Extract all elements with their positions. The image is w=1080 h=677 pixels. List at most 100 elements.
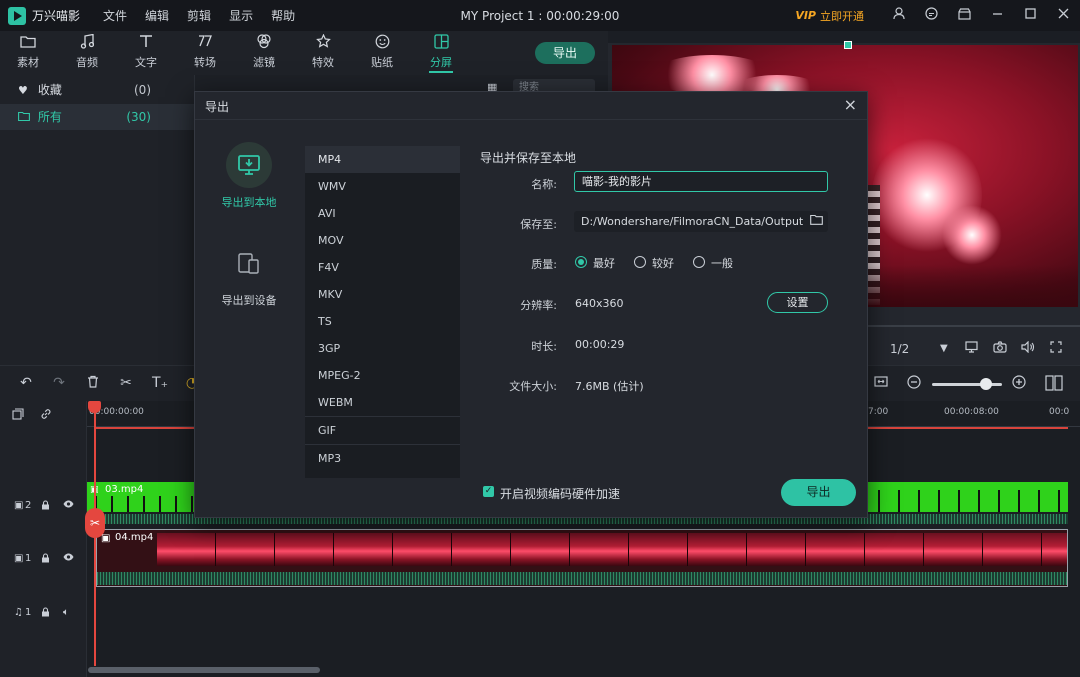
tool-tabs: 素材 音频 文字 转场 滤镜 特效 贴纸 分屏	[0, 31, 608, 75]
track-number: 2	[25, 500, 32, 511]
zoom-slider-handle[interactable]	[980, 378, 992, 390]
split-screen-icon	[416, 34, 466, 54]
format-item-3gp[interactable]: 3GP	[305, 335, 460, 362]
format-item-mkv[interactable]: MKV	[305, 281, 460, 308]
add-text-icon[interactable]: T₊	[151, 375, 169, 391]
format-item-mp4[interactable]: MP4	[305, 146, 460, 173]
clip-04[interactable]: ▣ 04.mp4	[96, 529, 1068, 587]
format-item-f4v[interactable]: F4V	[305, 254, 460, 281]
fit-timeline-icon[interactable]	[872, 375, 890, 391]
user-icon[interactable]	[882, 7, 915, 24]
camera-icon[interactable]	[993, 338, 1007, 360]
format-item-avi[interactable]: AVI	[305, 200, 460, 227]
dialog-divider	[195, 119, 867, 120]
settings-button[interactable]: 设置	[767, 292, 828, 313]
vip-open-link[interactable]: 立即开通	[820, 8, 864, 24]
feedback-icon[interactable]	[915, 7, 948, 24]
ruler-label: 00:0	[1049, 407, 1070, 417]
resolution-label: 分辨率:	[520, 299, 557, 312]
folder-icon	[18, 104, 34, 130]
redo-icon[interactable]: ↷	[50, 375, 68, 391]
lock-icon[interactable]	[41, 607, 50, 620]
title-bar-controls: VIP 立即开通	[795, 0, 1080, 31]
format-item-mpeg2[interactable]: MPEG-2	[305, 362, 460, 389]
filter-icon	[239, 34, 289, 54]
format-item-wmv[interactable]: WMV	[305, 173, 460, 200]
name-field[interactable]: 喵影-我的影片	[574, 171, 828, 192]
delete-icon[interactable]	[84, 375, 102, 392]
tab-split-screen-label: 分屏	[430, 56, 452, 69]
eye-icon[interactable]	[63, 553, 74, 564]
eye-icon[interactable]	[63, 500, 74, 511]
quality-best-radio[interactable]	[575, 256, 587, 268]
store-icon[interactable]	[948, 7, 981, 24]
library-item-all[interactable]: 所有 (30)	[0, 104, 195, 130]
vip-badge[interactable]: VIP	[795, 9, 816, 22]
export-local-label: 导出到本地	[221, 196, 277, 209]
format-item-mp3[interactable]: MP3	[305, 445, 460, 472]
library-item-label: 收藏	[37, 83, 62, 97]
clip-03[interactable]: 03.mp4 ▣	[87, 482, 194, 512]
close-icon[interactable]: ×	[844, 95, 857, 114]
quality-label: 质量:	[531, 258, 557, 271]
close-icon[interactable]	[1047, 8, 1080, 23]
quality-normal-label: 一般	[711, 257, 733, 270]
menu-bar: 文件 编辑 剪辑 显示 帮助	[94, 7, 304, 24]
library-item-favorites[interactable]: ♥ 收藏 (0)	[0, 77, 195, 103]
top-export-button[interactable]: 导出	[535, 42, 595, 64]
zoom-out-icon[interactable]	[905, 375, 923, 393]
lock-icon[interactable]	[41, 500, 50, 513]
minimize-icon[interactable]	[981, 8, 1014, 23]
export-device-option[interactable]: 导出到设备	[209, 240, 289, 308]
tab-transition[interactable]: 转场	[180, 31, 230, 75]
folder-icon	[3, 34, 53, 54]
timeline-scrollbar[interactable]	[88, 667, 320, 673]
tab-filter[interactable]: 滤镜	[239, 31, 289, 75]
undo-icon[interactable]: ↶	[17, 375, 35, 391]
save-path-field[interactable]: D:/Wondershare/FilmoraCN_Data/Output	[574, 211, 828, 232]
speaker-icon[interactable]: 🔈︎	[63, 607, 69, 618]
tab-media[interactable]: 素材	[3, 31, 53, 75]
file-size-value: 7.6MB (估计)	[575, 380, 644, 393]
hw-accel-checkbox[interactable]: ✓	[483, 486, 494, 497]
clip-03-tail[interactable]	[868, 482, 1068, 512]
add-track-icon[interactable]	[12, 408, 24, 423]
zoom-in-icon[interactable]	[1010, 375, 1028, 393]
menu-view[interactable]: 显示	[220, 7, 262, 24]
maximize-icon[interactable]	[1014, 8, 1047, 23]
tab-audio[interactable]: 音频	[62, 31, 112, 75]
duration-label: 时长:	[531, 340, 557, 353]
tab-sticker[interactable]: 贴纸	[357, 31, 407, 75]
display-icon[interactable]	[965, 338, 978, 360]
export-local-option[interactable]: 导出到本地	[209, 142, 289, 210]
tab-effects[interactable]: 特效	[298, 31, 348, 75]
quality-normal-radio[interactable]	[693, 256, 705, 268]
format-item-gif[interactable]: GIF	[305, 417, 460, 444]
panel-layout-icon[interactable]	[1045, 375, 1063, 395]
lock-icon[interactable]	[41, 553, 50, 566]
menu-help[interactable]: 帮助	[262, 7, 304, 24]
tab-text[interactable]: 文字	[121, 31, 171, 75]
library-item-label: 所有	[37, 110, 62, 124]
export-button[interactable]: 导出	[781, 479, 856, 506]
ruler-label: 00:00:08:00	[944, 407, 999, 417]
tab-split-screen[interactable]: 分屏	[416, 31, 466, 75]
quality-better-radio[interactable]	[634, 256, 646, 268]
app-name: 万兴喵影	[32, 9, 81, 23]
menu-file[interactable]: 文件	[94, 7, 136, 24]
volume-icon[interactable]	[1021, 338, 1035, 360]
tab-transition-label: 转场	[194, 56, 216, 69]
scissors-icon[interactable]: ✂	[117, 375, 135, 391]
crop-handle[interactable]	[844, 41, 852, 49]
format-item-ts[interactable]: TS	[305, 308, 460, 335]
menu-edit[interactable]: 编辑	[136, 7, 178, 24]
menu-clip[interactable]: 剪辑	[178, 7, 220, 24]
audio-track-icon: ♫	[14, 607, 23, 618]
file-size-label: 文件大小:	[509, 380, 557, 393]
link-icon[interactable]	[40, 408, 52, 423]
fullscreen-icon[interactable]	[1050, 338, 1062, 360]
format-item-webm[interactable]: WEBM	[305, 389, 460, 416]
folder-icon[interactable]	[810, 214, 823, 228]
format-item-mov[interactable]: MOV	[305, 227, 460, 254]
chevron-down-icon[interactable]: ▼	[940, 338, 948, 360]
